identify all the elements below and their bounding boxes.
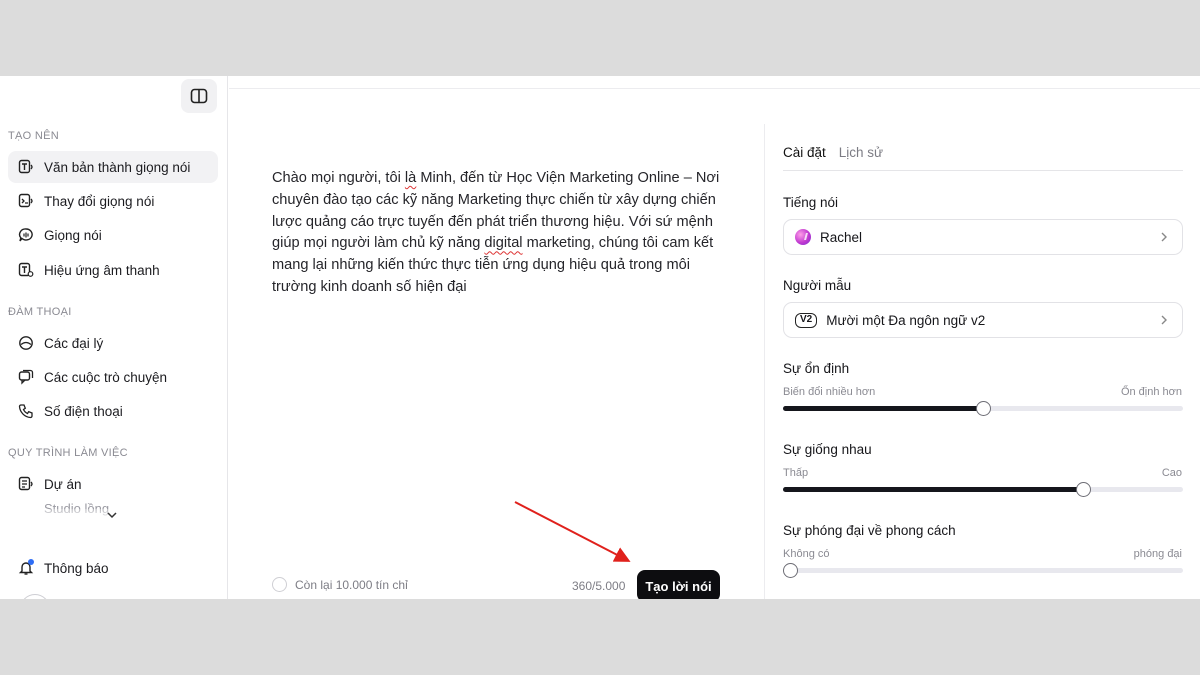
sidebar-item-label: Văn bản thành giọng nói (44, 159, 191, 175)
phone-icon (17, 402, 35, 420)
sidebar-toggle-button[interactable] (181, 79, 217, 113)
sidebar-item-label: Các đại lý (44, 335, 104, 351)
model-version-badge: V2 (795, 312, 818, 328)
panel-toggle-icon (190, 88, 208, 104)
tab-history[interactable]: Lịch sử (839, 145, 883, 170)
style-min-label: Không có (783, 548, 830, 560)
sidebar-item-notifications[interactable]: Thông báo (8, 552, 218, 584)
sidebar-item-label: Số điện thoại (44, 403, 123, 419)
similarity-min-label: Thấp (783, 467, 809, 479)
sidebar-item-label: Hiệu ứng âm thanh (44, 262, 160, 278)
notification-badge (28, 559, 34, 565)
sidebar-item-label: Dự án (44, 476, 82, 492)
chevron-right-icon (1161, 315, 1167, 325)
section-title-workflows: QUY TRÌNH LÀM VIỆC (8, 447, 128, 459)
projects-icon (17, 475, 35, 493)
sidebar-item-label: Thay đổi giọng nói (44, 193, 155, 209)
similarity-slider[interactable] (783, 482, 1183, 497)
voice-value: Rachel (820, 229, 863, 245)
voice-label: Tiếng nói (783, 195, 839, 210)
sidebar: TẠO NÊN Văn bản thành giọng nói Thay đổi… (0, 76, 228, 599)
text-editor[interactable]: Chào mọi người, tôi là Minh, đến từ Học … (272, 168, 732, 299)
tab-settings[interactable]: Cài đặt (783, 145, 826, 170)
slider-thumb[interactable] (976, 401, 991, 416)
slider-fill (783, 406, 983, 411)
voices-icon (17, 226, 35, 244)
settings-panel: Cài đặt Lịch sử Tiếng nói Rachel Người m… (764, 124, 1200, 599)
stability-label: Sự ổn định (783, 361, 850, 376)
model-select[interactable]: V2 Mười một Đa ngôn ngữ v2 (783, 302, 1183, 338)
sidebar-item-agents[interactable]: Các đại lý (8, 327, 218, 359)
tabs-divider (783, 170, 1183, 171)
conversations-icon (17, 368, 35, 386)
sidebar-item-label: Các cuộc trò chuyện (44, 369, 168, 385)
slider-thumb[interactable] (1076, 482, 1091, 497)
section-title-create: TẠO NÊN (8, 130, 59, 142)
character-count: 360/5.000 (572, 579, 626, 593)
sidebar-item-projects[interactable]: Dự án (8, 468, 218, 500)
stability-min-label: Biến đổi nhiều hơn (783, 386, 876, 398)
agents-icon (17, 334, 35, 352)
spellcheck-word: digital (484, 235, 523, 252)
model-value: Mười một Đa ngôn ngữ v2 (826, 312, 986, 328)
similarity-label: Sự giống nhau (783, 442, 872, 457)
sidebar-item-label: Thông báo (44, 560, 109, 576)
sidebar-item-voice-changer[interactable]: Thay đổi giọng nói (8, 185, 218, 217)
generate-speech-button[interactable]: Tạo lời nói (637, 570, 720, 599)
spellcheck-word: là (404, 170, 417, 186)
credits-text: Còn lại 10.000 tín chỉ (295, 577, 408, 592)
sidebar-item-phone-numbers[interactable]: Số điện thoại (8, 395, 218, 427)
text-to-speech-icon (17, 158, 35, 176)
settings-tabs: Cài đặt Lịch sử (783, 145, 883, 170)
slider-fill (783, 487, 1083, 492)
voice-avatar-icon (795, 229, 811, 245)
sound-effects-icon (17, 261, 35, 279)
style-max-label: phóng đại (1133, 548, 1182, 560)
avatar[interactable] (20, 594, 50, 599)
voice-changer-icon (17, 192, 35, 210)
style-exaggeration-label: Sự phóng đại về phong cách (783, 523, 956, 538)
chevron-right-icon (1161, 232, 1167, 242)
voice-select[interactable]: Rachel (783, 219, 1183, 255)
sidebar-item-label: Giọng nói (44, 227, 102, 243)
stability-slider[interactable] (783, 401, 1183, 416)
style-exaggeration-slider[interactable] (783, 563, 1183, 578)
sidebar-item-sound-effects[interactable]: Hiệu ứng âm thanh (8, 254, 218, 286)
stability-max-label: Ổn định hơn (1120, 386, 1182, 398)
chevron-down-icon[interactable] (106, 510, 118, 520)
slider-thumb[interactable] (783, 563, 798, 578)
similarity-max-label: Cao (1161, 467, 1182, 479)
sidebar-item-conversations[interactable]: Các cuộc trò chuyện (8, 361, 218, 393)
main-content: Chào mọi người, tôi là Minh, đến từ Học … (229, 76, 1200, 599)
model-label: Người mẫu (783, 278, 852, 293)
credits-remaining: Còn lại 10.000 tín chỉ (272, 577, 408, 592)
credits-circle-icon (272, 577, 287, 592)
sidebar-item-voices[interactable]: Giọng nói (8, 219, 218, 251)
annotation-arrow (514, 501, 631, 562)
app-window: TẠO NÊN Văn bản thành giọng nói Thay đổi… (0, 76, 1200, 599)
sidebar-item-text-to-speech[interactable]: Văn bản thành giọng nói (8, 151, 218, 183)
section-title-conversation: ĐÀM THOẠI (8, 306, 72, 318)
header-divider (229, 88, 1200, 89)
